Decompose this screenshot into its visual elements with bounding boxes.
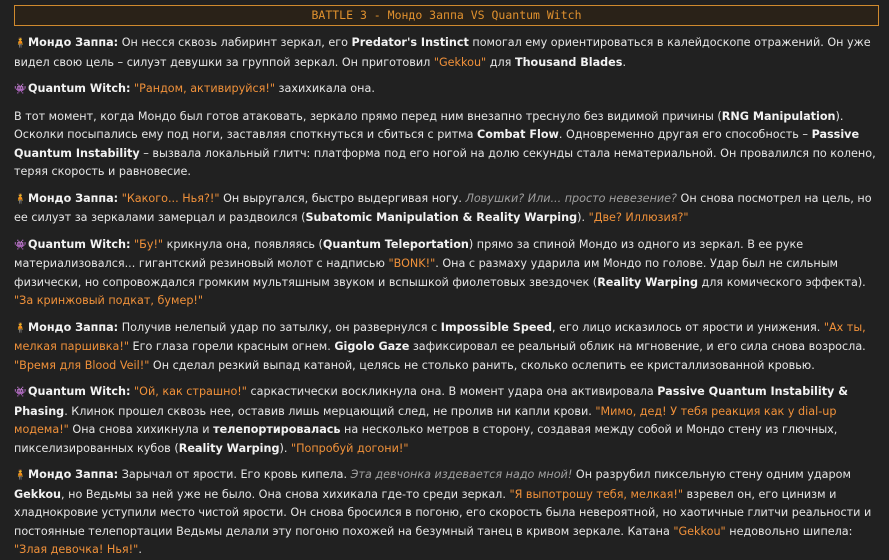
text: , его лицо исказилось от ярости и унижен…: [552, 320, 824, 334]
text: . Клинок прошел сквозь нее, оставив лишь…: [64, 404, 596, 418]
quote: "Бу!": [130, 237, 164, 251]
text: . Одновременно другая его способность –: [558, 128, 812, 141]
text: крикнула она, появляясь (: [163, 237, 323, 251]
quote: "Gekkou": [433, 55, 487, 69]
ability-name: Combat Flow: [477, 128, 559, 141]
ability-name: Impossible Speed: [440, 320, 553, 334]
text: .: [138, 543, 142, 556]
thought: Ловушки? Или... просто невезение?: [465, 191, 677, 205]
person-icon: 🧍: [14, 38, 27, 49]
alien-monster-icon: 👾: [14, 239, 27, 251]
quote: "Какого... Нья?!": [118, 191, 220, 205]
message-mondo-1: 🧍 Мондо Заппа: Он несся сквозь лабиринт з…: [14, 34, 879, 72]
message-witch-2: 👾 Quantum Witch: "Бу!" крикнула она, появ…: [14, 236, 879, 311]
text: , но Ведьмы за ней уже не было. Она снов…: [61, 487, 510, 501]
text: Он выругался, быстро выдергивая ногу.: [219, 191, 466, 205]
ability-name: Subatomic Manipulation & Reality Warping: [305, 211, 578, 224]
battle-title: BATTLE 3 - Мондо Заппа VS Quantum Witch: [14, 5, 879, 26]
text: зафиксировал ее реальный облик на мгнове…: [409, 340, 866, 353]
speaker-name: Quantum Witch:: [28, 385, 131, 398]
text: В тот момент, когда Мондо был готов атак…: [14, 109, 722, 123]
thought: Эта девчонка издевается надо мной!: [350, 468, 573, 481]
message-witch-3: 👾 Quantum Witch: "Ой, как страшно!" сарка…: [14, 383, 879, 458]
person-icon: 🧍: [14, 193, 27, 205]
text: для: [486, 55, 515, 69]
quote: "Попробуй догони!": [290, 441, 409, 455]
quote: "Рандом, активируйся!": [130, 82, 275, 95]
message-witch-1: 👾 Quantum Witch: "Рандом, активируйся!" з…: [14, 80, 879, 100]
text: Он разрубил пиксельную стену одним ударо…: [572, 468, 851, 481]
narration-1: В тот момент, когда Мондо был готов атак…: [14, 108, 879, 182]
message-mondo-2: 🧍 Мондо Заппа: "Какого... Нья?!" Он выруг…: [14, 190, 879, 228]
quote: "За кринжовый подкат, бумер!": [14, 294, 204, 307]
speaker-name: Мондо Заппа:: [28, 468, 119, 481]
quote: "Gekkou": [673, 524, 726, 538]
ability-name: Thousand Blades: [514, 55, 623, 69]
text: для комического эффекта).: [697, 275, 866, 289]
message-mondo-4: 🧍 Мондо Заппа: Зарычал от ярости. Его кро…: [14, 466, 879, 560]
ability-name: Quantum Teleportation: [322, 237, 469, 251]
text: ).: [577, 211, 589, 224]
quote: "Ой, как страшно!": [130, 385, 247, 398]
person-icon: 🧍: [14, 322, 27, 334]
speaker-name: Мондо Заппа:: [28, 320, 119, 334]
quote: "BONK!": [388, 257, 436, 270]
text: Он сделал резкий выпад катаной, целясь н…: [149, 358, 815, 372]
alien-monster-icon: 👾: [14, 387, 27, 398]
text: Получив нелепый удар по затылку, он разв…: [118, 320, 441, 334]
speaker-name: Quantum Witch:: [28, 82, 131, 95]
message-mondo-3: 🧍 Мондо Заппа: Получив нелепый удар по за…: [14, 319, 879, 376]
text: Она снова хихикнула и: [68, 423, 214, 436]
quote: "Злая девочка! Нья!": [14, 543, 139, 556]
text: Его глаза горели красным огнем.: [129, 340, 335, 353]
text: захихикала она.: [274, 82, 375, 95]
text: Он несся сквозь лабиринт зеркал, его: [118, 36, 352, 49]
ability-name: Reality Warping: [597, 275, 698, 289]
text: .: [622, 55, 626, 69]
text: – вызвала локальный глитч: платформа под…: [14, 146, 876, 179]
text: недовольно шипела:: [725, 524, 853, 538]
ability-name: Reality Warping: [178, 441, 280, 455]
speaker-name: Quantum Witch:: [28, 237, 131, 251]
text: ).: [279, 441, 291, 455]
text: саркастически воскликнула она. В момент …: [246, 385, 658, 398]
person-icon: 🧍: [14, 470, 27, 481]
alien-monster-icon: 👾: [14, 84, 27, 95]
quote: "Я выпотрошу тебя, мелкая!": [509, 487, 683, 501]
ability-name: телепортировалась: [213, 423, 341, 436]
ability-name: Gigolo Gaze: [334, 340, 410, 353]
speaker-name: Мондо Заппа:: [28, 36, 119, 49]
text: Зарычал от ярости. Его кровь кипела.: [118, 468, 351, 481]
ability-name: Predator's Instinct: [351, 36, 469, 49]
quote: "Время для Blood Veil!": [14, 358, 150, 372]
ability-name: Gekkou: [14, 487, 62, 501]
speaker-name: Мондо Заппа:: [28, 191, 119, 205]
quote: "Две? Иллюзия?": [588, 211, 689, 224]
ability-name: RNG Manipulation: [721, 109, 836, 123]
